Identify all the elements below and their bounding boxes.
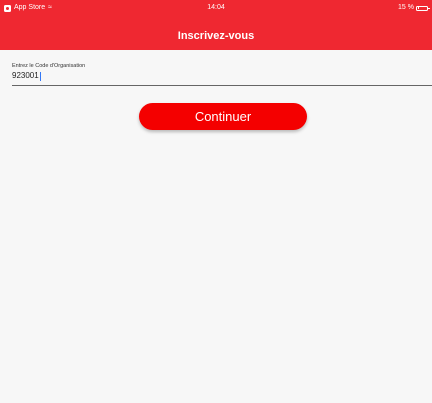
continue-button[interactable]: Continuer [139, 103, 307, 130]
battery-percent: 15 % [398, 4, 414, 11]
org-code-value[interactable]: 923001 [12, 70, 39, 82]
org-code-input[interactable]: 923001 [12, 70, 432, 82]
text-caret [39, 71, 41, 81]
page-title: Inscrivez-vous [177, 30, 255, 42]
status-time: 14:04 [207, 4, 225, 11]
status-right: 15 % [398, 0, 430, 16]
header-bar: App Store ≈ 14:04 15 % Inscrivez-vous [0, 0, 432, 50]
battery-icon [416, 5, 430, 11]
org-code-field[interactable]: Entrez le Code d'Organisation 923001 [12, 62, 432, 86]
org-code-label: Entrez le Code d'Organisation [12, 63, 86, 69]
status-bar: App Store ≈ 14:04 15 % [0, 0, 432, 16]
input-underline [12, 85, 432, 86]
battery-fill [417, 7, 419, 9]
